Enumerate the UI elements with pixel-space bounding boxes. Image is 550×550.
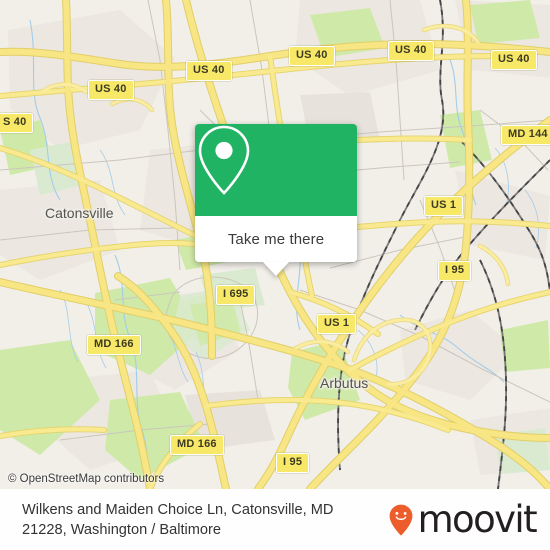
- road-shield-us40-d[interactable]: US 40: [491, 50, 537, 70]
- map-canvas[interactable]: .bg { fill:#f2efe9; } .green { fill:#cfe…: [0, 0, 550, 489]
- road-shield-us40-c[interactable]: US 40: [388, 41, 434, 61]
- card-action-area[interactable]: Take me there: [195, 216, 357, 276]
- road-shield-us40-a[interactable]: US 40: [186, 61, 232, 81]
- road-shield-i95-a[interactable]: I 95: [438, 261, 472, 281]
- road-shield-us1-a[interactable]: US 1: [424, 196, 464, 216]
- road-shield-md166-b[interactable]: MD 166: [170, 435, 224, 455]
- location-pin-icon: [198, 125, 250, 195]
- address-line-1: Wilkens and Maiden Choice Ln, Catonsvill…: [22, 501, 334, 518]
- moovit-wordmark: moovit: [417, 498, 538, 541]
- road-shield-md166-a[interactable]: MD 166: [87, 335, 141, 355]
- moovit-smiley-pin-icon: [389, 504, 412, 536]
- osm-attribution[interactable]: © OpenStreetMap contributors: [8, 473, 164, 485]
- road-shield-md144[interactable]: MD 144: [501, 125, 550, 145]
- place-label-catonsville: Catonsville: [45, 205, 114, 221]
- road-shield-s40-clipped[interactable]: S 40: [0, 113, 34, 133]
- location-info-bar: Wilkens and Maiden Choice Ln, Catonsvill…: [0, 489, 550, 550]
- road-shield-i695[interactable]: I 695: [216, 285, 256, 305]
- take-me-there-card[interactable]: Take me there: [195, 124, 357, 276]
- card-pointer-tail: [263, 262, 289, 276]
- place-label-arbutus: Arbutus: [320, 375, 369, 391]
- address-line-2: 21228, Washington / Baltimore: [22, 521, 222, 538]
- road-shield-i95-b[interactable]: I 95: [276, 453, 310, 473]
- take-me-there-label: Take me there: [227, 230, 325, 248]
- road-shield-us1-b[interactable]: US 1: [317, 314, 357, 334]
- moovit-map-screenshot: .bg { fill:#f2efe9; } .green { fill:#cfe…: [0, 0, 550, 550]
- address-block: Wilkens and Maiden Choice Ln, Catonsvill…: [22, 500, 389, 540]
- card-image-area: [195, 124, 357, 216]
- moovit-logo[interactable]: moovit: [389, 498, 538, 541]
- road-shield-us40-e[interactable]: US 40: [88, 80, 134, 100]
- road-shield-us40-b[interactable]: US 40: [289, 46, 335, 66]
